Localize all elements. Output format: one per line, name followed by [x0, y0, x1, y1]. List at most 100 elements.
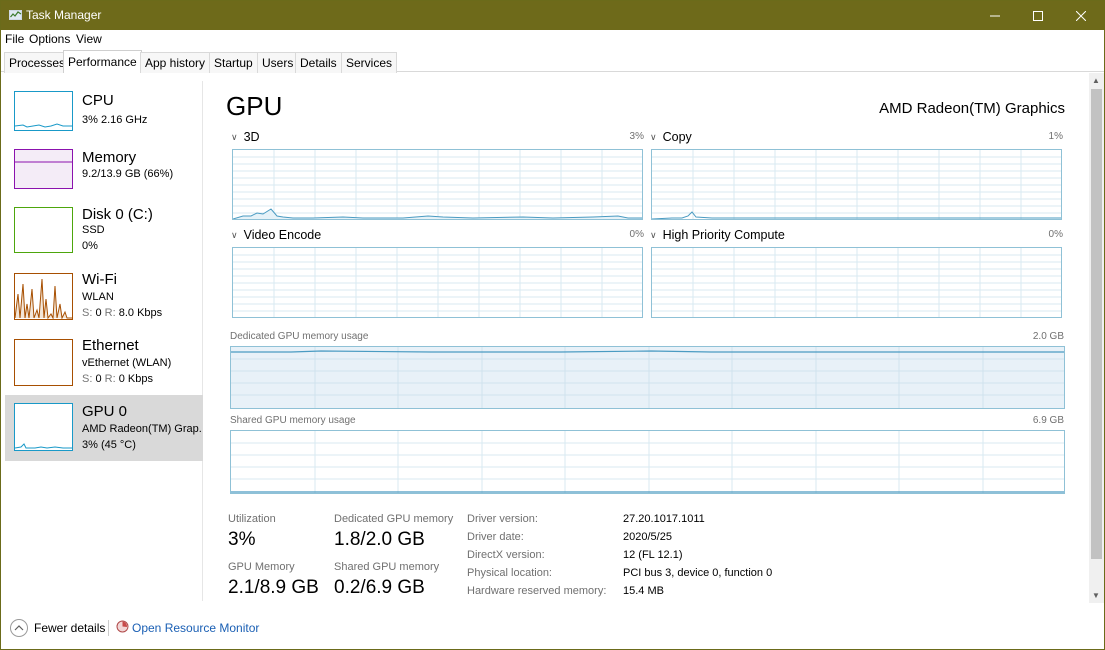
engine-percent-3d: 3% — [629, 131, 644, 142]
sidebar-item-disk[interactable]: Disk 0 (C:) SSD 0% — [5, 201, 203, 267]
sidebar-item-name: CPU — [82, 92, 114, 109]
page-title: GPU — [226, 91, 283, 121]
utilization-value: 3% — [228, 529, 256, 550]
sidebar-item-memory[interactable]: Memory 9.2/13.9 GB (66%) — [5, 143, 203, 209]
window-title: Task Manager — [26, 8, 102, 22]
scroll-thumb[interactable] — [1091, 89, 1102, 559]
sidebar-item-name: Disk 0 (C:) — [82, 206, 153, 223]
open-resource-monitor-link[interactable]: Open Resource Monitor — [132, 621, 259, 635]
utilization-label: Utilization — [228, 513, 276, 525]
close-icon — [1076, 10, 1086, 21]
scroll-up-icon[interactable]: ▲ — [1092, 76, 1100, 85]
sidebar-item-detail: WLAN — [82, 291, 114, 303]
menu-options[interactable]: Options — [29, 32, 70, 46]
maximize-icon — [1033, 10, 1043, 21]
sidebar-item-detail: SSD — [82, 224, 105, 236]
sidebar-item-detail: 9.2/13.9 GB (66%) — [82, 168, 174, 180]
sidebar-item-gpu[interactable]: GPU 0 AMD Radeon(TM) Grap... 3% (45 °C) — [5, 395, 203, 461]
shared-memory-stat-label: Shared GPU memory — [334, 561, 440, 573]
cpu-thumbnail-graph — [14, 91, 73, 131]
tab-startup[interactable]: Startup — [209, 52, 258, 73]
sidebar-item-throughput: S: 0 R: 0 Kbps — [82, 373, 153, 385]
sidebar-item-detail-2: 3% (45 °C) — [82, 439, 136, 451]
menu-bar: File Options View — [1, 30, 1104, 49]
tab-performance[interactable]: Performance — [63, 50, 142, 73]
title-bar[interactable]: Task Manager — [1, 1, 1104, 30]
close-button[interactable] — [1058, 1, 1104, 30]
ethernet-thumbnail-graph — [14, 339, 73, 386]
chevron-down-icon: ∨ — [231, 132, 238, 142]
gpu-memory-label: GPU Memory — [228, 561, 295, 573]
menu-file[interactable]: File — [5, 32, 24, 46]
sidebar-item-name: GPU 0 — [82, 403, 128, 420]
tab-users[interactable]: Users — [257, 52, 299, 73]
sidebar-item-wifi[interactable]: Wi-Fi WLAN S: 0 R: 8.0 Kbps — [5, 267, 203, 333]
dedicated-memory-graph — [230, 346, 1065, 409]
engine-percent-copy: 1% — [1048, 131, 1063, 142]
shared-memory-label: Shared GPU memory usage — [230, 415, 356, 426]
engine-percent-video-encode: 0% — [629, 229, 644, 240]
directx-version-value: 12 (FL 12.1) — [623, 549, 683, 561]
driver-version-value: 27.20.1017.1011 — [623, 513, 705, 525]
graph-3d-svg — [233, 150, 642, 219]
sidebar-item-throughput: S: 0 R: 8.0 Kbps — [82, 307, 163, 319]
maximize-button[interactable] — [1015, 1, 1061, 30]
gpu-memory-value: 2.1/8.9 GB — [228, 577, 319, 598]
sidebar-item-detail: vEthernet (WLAN) — [82, 357, 172, 369]
tab-processes[interactable]: Processes — [4, 52, 71, 73]
shared-memory-stat-value: 0.2/6.9 GB — [334, 577, 425, 598]
driver-date-value: 2020/5/25 — [623, 531, 672, 543]
resource-monitor-icon — [116, 620, 129, 633]
engine-selector-3d[interactable]: ∨ 3D — [231, 130, 260, 144]
dedicated-memory-graph-svg — [231, 347, 1064, 408]
gpu-thumbnail-graph — [14, 403, 73, 451]
tab-services[interactable]: Services — [341, 52, 398, 73]
engine-percent-high-priority-compute: 0% — [1048, 229, 1063, 240]
memory-thumbnail-graph — [14, 149, 73, 189]
gpu-model-name: AMD Radeon(TM) Graphics — [879, 100, 1065, 117]
engine-selector-video-encode[interactable]: ∨ Video Encode — [231, 228, 321, 242]
graph-3d — [232, 149, 643, 220]
sidebar-item-name: Wi-Fi — [82, 271, 117, 288]
disk-thumbnail-graph — [14, 207, 73, 253]
engine-selector-high-priority-compute[interactable]: ∨ High Priority Compute — [650, 228, 785, 242]
graph-video-encode — [232, 247, 643, 318]
scroll-down-icon[interactable]: ▼ — [1092, 591, 1100, 600]
sidebar-item-name: Ethernet — [82, 337, 139, 354]
shared-memory-graph — [230, 430, 1065, 494]
chevron-down-icon: ∨ — [650, 230, 657, 240]
minimize-icon — [990, 15, 1000, 16]
physical-location-label: Physical location: — [467, 567, 552, 579]
gpu-detail-panel: GPU AMD Radeon(TM) Graphics ∨ 3D 3% ∨ Copy… — [204, 81, 1089, 601]
tab-strip: Processes Performance App history Startu… — [1, 50, 1104, 73]
shared-memory-max: 6.9 GB — [1032, 415, 1064, 426]
task-manager-window: Task Manager File Options View Processes… — [0, 0, 1105, 650]
graph-high-priority-compute — [651, 247, 1062, 318]
dedicated-memory-max: 2.0 GB — [1032, 331, 1064, 342]
physical-location-value: PCI bus 3, device 0, function 0 — [623, 567, 773, 579]
driver-version-label: Driver version: — [467, 513, 538, 525]
wifi-thumbnail-graph — [14, 273, 73, 320]
reserved-memory-label: Hardware reserved memory: — [467, 585, 607, 597]
directx-version-label: DirectX version: — [467, 549, 545, 561]
footer-separator — [108, 620, 109, 636]
tab-app-history[interactable]: App history — [140, 52, 211, 73]
engine-selector-copy[interactable]: ∨ Copy — [650, 130, 692, 144]
sidebar-item-detail: 3% 2.16 GHz — [82, 114, 148, 126]
sidebar-item-name: Memory — [82, 149, 137, 166]
sidebar-item-cpu[interactable]: CPU 3% 2.16 GHz — [5, 85, 203, 151]
sidebar-item-detail: AMD Radeon(TM) Grap... — [82, 423, 202, 435]
graph-high-priority-compute-svg — [652, 248, 1061, 317]
vertical-scrollbar[interactable]: ▲ ▼ — [1089, 73, 1104, 603]
menu-view[interactable]: View — [76, 32, 102, 46]
chevron-up-icon[interactable] — [10, 619, 28, 637]
sidebar-item-detail-2: 0% — [82, 240, 98, 252]
resource-sidebar: CPU 3% 2.16 GHz Memory 9.2/13.9 GB (66%)… — [5, 81, 203, 601]
dedicated-memory-label: Dedicated GPU memory usage — [230, 331, 369, 342]
fewer-details-button[interactable]: Fewer details — [34, 621, 105, 635]
tab-details[interactable]: Details — [295, 52, 342, 73]
sidebar-item-ethernet[interactable]: Ethernet vEthernet (WLAN) S: 0 R: 0 Kbps — [5, 333, 203, 399]
minimize-button[interactable] — [972, 1, 1018, 30]
footer-bar: Fewer details Open Resource Monitor — [1, 611, 1104, 649]
graph-copy — [651, 149, 1062, 220]
